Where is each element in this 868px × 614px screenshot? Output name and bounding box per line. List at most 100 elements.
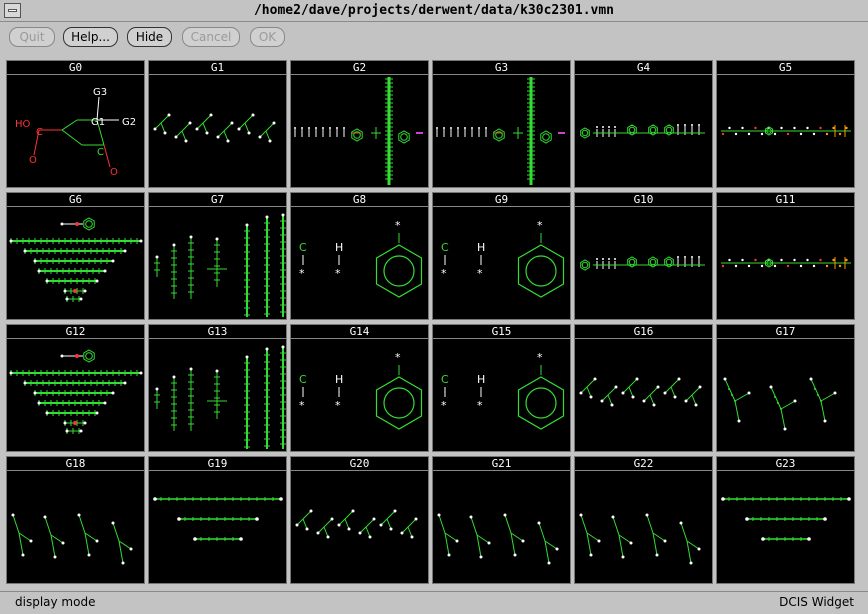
structure-cell[interactable]: G13 bbox=[148, 324, 287, 452]
tri-star-structure bbox=[11, 513, 133, 565]
structure-drawing bbox=[721, 497, 851, 541]
label-o2: O bbox=[110, 167, 118, 178]
cell-label: G9 bbox=[433, 193, 570, 207]
structure-cell[interactable]: G3 bbox=[432, 60, 571, 188]
structure-cell[interactable]: G14 C * H * * bbox=[290, 324, 429, 452]
structure-drawing bbox=[9, 349, 143, 434]
star-c: * bbox=[441, 267, 447, 280]
label-g1: G1 bbox=[91, 117, 105, 128]
ring-chain-structure bbox=[580, 256, 705, 271]
structure-drawing: C * H * * bbox=[299, 351, 423, 430]
structure-drawing bbox=[153, 113, 276, 143]
ychain-structure bbox=[295, 509, 418, 539]
cell-label: G10 bbox=[575, 193, 712, 207]
atom-c: C bbox=[299, 373, 307, 386]
atom-c: C bbox=[441, 241, 449, 254]
long-chain-structure bbox=[436, 77, 565, 185]
structure-cell[interactable]: G17 bbox=[716, 324, 855, 452]
structure-cell[interactable]: G1 bbox=[148, 60, 287, 188]
quit-button[interactable]: Quit bbox=[9, 27, 55, 47]
structure-grid: G0 HO C O C O G3 G1 G2 G1 G2 G3 G4 G5 G6 G7 G8 C * H * * G9 C * H… bbox=[6, 60, 858, 587]
help-button[interactable]: Help... bbox=[63, 27, 118, 47]
structure-drawing: C * H * * bbox=[441, 351, 565, 430]
pyramid-structure bbox=[9, 217, 143, 302]
atom-c: C bbox=[441, 373, 449, 386]
ychain-structure bbox=[579, 377, 702, 407]
cell-label: G17 bbox=[717, 325, 854, 339]
window-title: /home2/dave/projects/derwent/data/k30c23… bbox=[253, 3, 615, 18]
structure-cell[interactable]: G4 bbox=[574, 60, 713, 188]
status-mode: display mode bbox=[15, 595, 96, 609]
structure-drawing bbox=[154, 345, 286, 449]
star-c: * bbox=[441, 399, 447, 412]
structure-drawing bbox=[294, 77, 423, 185]
structure-drawing bbox=[579, 513, 701, 565]
star-ring: * bbox=[537, 219, 543, 232]
cell-label: G1 bbox=[149, 61, 286, 75]
tri-star-structure bbox=[437, 513, 559, 565]
star-c: * bbox=[299, 267, 305, 280]
structure-cell[interactable]: G18 bbox=[6, 456, 145, 584]
hide-button[interactable]: Hide bbox=[127, 27, 172, 47]
star-ring: * bbox=[395, 219, 401, 232]
structure-cell[interactable]: G16 bbox=[574, 324, 713, 452]
structure-cell[interactable]: G12 bbox=[6, 324, 145, 452]
cancel-button[interactable]: Cancel bbox=[182, 27, 240, 47]
cell-label: G6 bbox=[7, 193, 144, 207]
structure-drawing bbox=[153, 497, 283, 541]
structure-cell[interactable]: G7 bbox=[148, 192, 287, 320]
structure-drawing: C * H * * bbox=[441, 219, 565, 298]
structure-cell[interactable]: G10 bbox=[574, 192, 713, 320]
structure-cell[interactable]: G19 bbox=[148, 456, 287, 584]
bars-structure bbox=[721, 497, 851, 541]
tri-star-structure bbox=[579, 513, 701, 565]
cell-label: G20 bbox=[291, 457, 428, 471]
structure-cell[interactable]: G5 bbox=[716, 60, 855, 188]
structure-cell[interactable]: G15 C * H * * bbox=[432, 324, 571, 452]
structure-cell[interactable]: G11 bbox=[716, 192, 855, 320]
structure-cell[interactable]: G20 bbox=[290, 456, 429, 584]
cell-label: G8 bbox=[291, 193, 428, 207]
cell-label: G22 bbox=[575, 457, 712, 471]
structure-drawing: C * H * * bbox=[299, 219, 423, 298]
cell-label: G11 bbox=[717, 193, 854, 207]
status-widget-name: DCIS Widget bbox=[779, 595, 854, 609]
cell-label: G4 bbox=[575, 61, 712, 75]
star-h: * bbox=[477, 399, 483, 412]
structure-drawing bbox=[436, 77, 565, 185]
label-o1: O bbox=[29, 155, 37, 166]
acid-structure: HOCOCOG3G1 G2 bbox=[15, 87, 136, 178]
dot-chain-structure bbox=[721, 125, 851, 137]
label-c1: C bbox=[36, 127, 43, 138]
structure-cell[interactable]: G23 bbox=[716, 456, 855, 584]
structure-cell[interactable]: G2 bbox=[290, 60, 429, 188]
star-h: * bbox=[477, 267, 483, 280]
ok-button[interactable]: OK bbox=[250, 27, 285, 47]
cell-label: G16 bbox=[575, 325, 712, 339]
structure-cell[interactable]: G6 bbox=[6, 192, 145, 320]
benzene-structure: C * H * * bbox=[441, 351, 565, 430]
cell-label: G0 bbox=[7, 61, 144, 75]
cell-label: G14 bbox=[291, 325, 428, 339]
structure-drawing bbox=[721, 125, 851, 137]
atom-h: H bbox=[477, 241, 485, 254]
cell-label: G12 bbox=[7, 325, 144, 339]
structure-cell[interactable]: G8 C * H * * bbox=[290, 192, 429, 320]
atom-h: H bbox=[477, 373, 485, 386]
structure-drawing bbox=[580, 124, 705, 139]
structure-cell[interactable]: G21 bbox=[432, 456, 571, 584]
structure-cell[interactable]: G22 bbox=[574, 456, 713, 584]
atom-h: H bbox=[335, 241, 343, 254]
structure-drawing bbox=[154, 213, 286, 317]
star-h: * bbox=[335, 399, 341, 412]
structure-cell[interactable]: G9 C * H * * bbox=[432, 192, 571, 320]
star-h: * bbox=[335, 267, 341, 280]
star-ring: * bbox=[395, 351, 401, 364]
structure-cell[interactable]: G0 HO C O C O G3 G1 G2 bbox=[6, 60, 145, 188]
label-c2: C bbox=[97, 147, 104, 158]
dot-chain-structure bbox=[721, 257, 851, 269]
star-c: * bbox=[299, 399, 305, 412]
label-g2: G2 bbox=[122, 117, 136, 128]
structure-drawing bbox=[721, 257, 851, 269]
star-ring: * bbox=[537, 351, 543, 364]
